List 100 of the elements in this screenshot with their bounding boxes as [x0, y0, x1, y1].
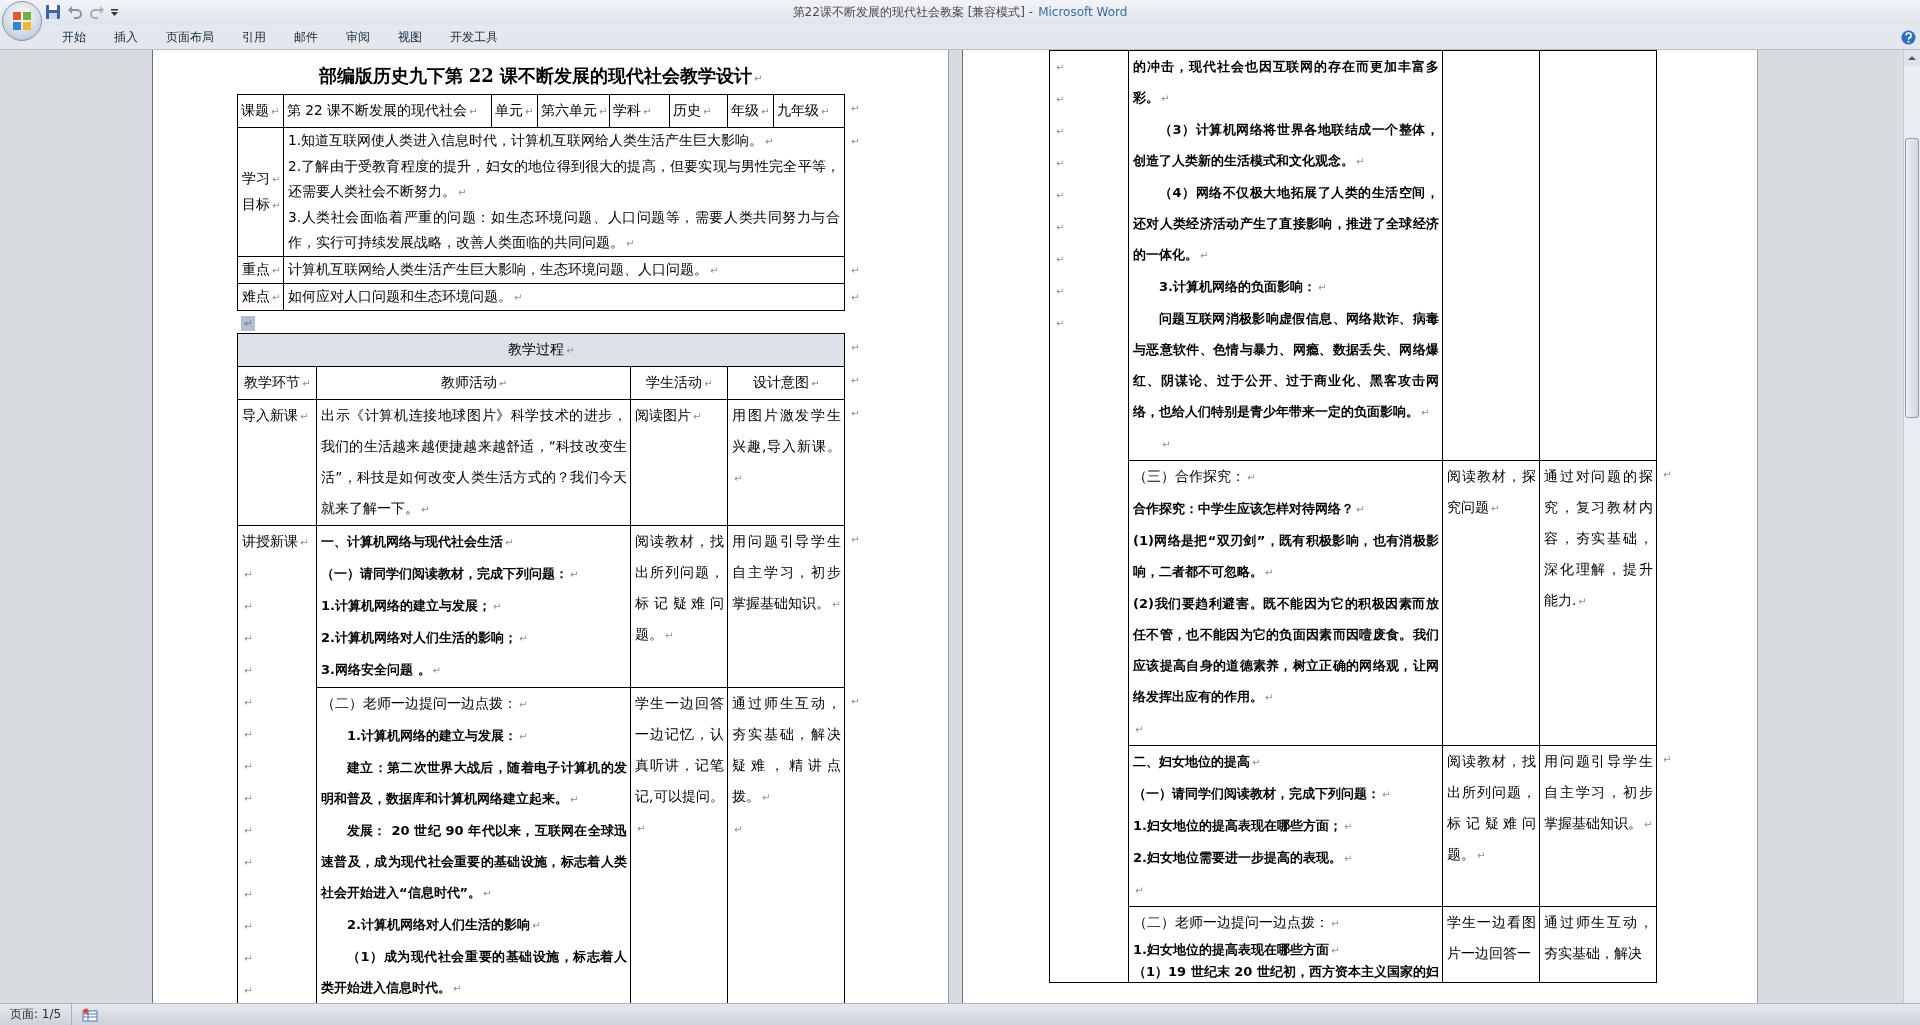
- cell-text: 通过师生互动，夯实基础，解决: [1544, 914, 1653, 961]
- table-caption: 教学过程↵: [508, 341, 575, 357]
- app-name: Microsoft Word: [1038, 5, 1128, 19]
- cell-text: （一）请同学们阅读教材，完成下列问题：↵: [1133, 786, 1391, 801]
- ribbon-tab[interactable]: 邮件: [280, 25, 332, 49]
- ribbon-tab[interactable]: 引用: [228, 25, 280, 49]
- cell-text: 学习↵: [242, 170, 281, 186]
- ribbon-tab[interactable]: 开始: [48, 25, 100, 49]
- cell-text: 通过对问题的探究，复习教材内容，夯实基础，深化理解，提升能力.↵: [1544, 468, 1653, 608]
- paragraph-mark: ↵: [851, 102, 860, 114]
- caret-icon[interactable]: [110, 7, 119, 17]
- ribbon-tab[interactable]: 审阅: [332, 25, 384, 49]
- office-button[interactable]: [2, 1, 42, 41]
- ribbon-tab[interactable]: 视图: [384, 25, 436, 49]
- paragraph-mark: ↵: [244, 633, 253, 644]
- paragraph-mark: ↵: [851, 291, 860, 303]
- paragraph-mark: ↵: [1135, 724, 1144, 735]
- cell-text: 一、计算机网络与现代社会生活↵: [321, 534, 514, 549]
- cell-text: 1.知道互联网使人类进入信息时代，计算机互联网给人类生活产生巨大影响。↵: [288, 132, 774, 148]
- paragraph-mark: ↵: [244, 569, 253, 580]
- paragraph-mark: ↵: [851, 135, 860, 147]
- paragraph-mark: ↵: [244, 697, 253, 708]
- page-indicator: 页面: 1/5: [0, 1004, 73, 1025]
- scroll-up-button[interactable]: [1904, 50, 1920, 66]
- paragraph-mark: ↵: [734, 824, 743, 835]
- save-icon[interactable]: [44, 3, 62, 21]
- paragraph-mark: ↵: [244, 889, 253, 900]
- cell-text: 1.计算机网络的建立与发展：↵: [347, 728, 528, 743]
- cell-text: 用问题引导学生自主学习，初步掌握基础知识。↵: [732, 533, 841, 611]
- ribbon-tab[interactable]: 开发工具: [436, 25, 512, 49]
- window-title: 第22课不断发展的现代社会教案 [兼容模式] -: [792, 5, 1034, 19]
- cell-text: 讲授新课↵: [242, 533, 309, 549]
- column-header: 教学环节↵: [244, 374, 311, 390]
- cell-text: 导入新课↵: [242, 407, 309, 423]
- cell-text: 2.计算机网络对人们生活的影响↵: [347, 917, 541, 932]
- cell-text: (1)网络是把“双刃剑”，既有积极影响，也有消极影响，二者都不可忽略。↵: [1133, 533, 1439, 579]
- cell-text: 建立：第二次世界大战后，随着电子计算机的发明和普及，数据库和计算机网络建立起来。↵: [321, 760, 627, 806]
- paragraph-mark: ↵: [1056, 318, 1065, 329]
- paragraph-mark: ↵: [244, 793, 253, 804]
- cell-text: 第 22 课不断发展的现代社会↵: [287, 102, 478, 118]
- cell-text: 九年级↵: [777, 102, 830, 118]
- arrow-up-icon: [1908, 56, 1916, 60]
- paragraph-mark: ↵: [851, 695, 860, 707]
- cell-text: 用问题引导学生自主学习，初步掌握基础知识。↵: [1544, 753, 1653, 831]
- paragraph-mark: ↵: [1056, 126, 1065, 137]
- cell-text: （二）老师一边提问一边点拨：↵: [1133, 914, 1340, 930]
- cell-text: 1.妇女地位的提高表现在哪些方面↵: [1133, 942, 1340, 957]
- office-logo: [10, 9, 34, 33]
- paragraph-mark: ↵: [1135, 885, 1144, 896]
- cell-text: （1）成为现代社会重要的基础设施，标志着人类开始进入信息时代。↵: [321, 949, 627, 995]
- paragraph-mark: ↵: [1162, 439, 1171, 450]
- column-header: 教师活动↵: [440, 374, 508, 390]
- paragraph-mark: ↵: [1056, 190, 1065, 201]
- paragraph-mark: ↵: [244, 761, 253, 772]
- cell-text: 计算机互联网给人类生活产生巨大影响，生态环境问题、人口问题。↵: [288, 261, 719, 277]
- cell-text: 3.人类社会面临着严重的问题：如生态环境问题、人口问题等，需要人类共同努力与合作，实行可持续发展战略，改善人类面临的共同问题。↵: [288, 209, 840, 250]
- table-icon[interactable]: [82, 1007, 99, 1022]
- cell-text: 年级↵: [731, 102, 770, 118]
- paragraph-mark: ↵: [244, 665, 253, 676]
- paragraph-mark: ↵: [244, 601, 253, 612]
- cell-text: 用图片激发学生兴趣,导入新课。 ↵: [732, 407, 841, 485]
- cell-text: 课题↵: [241, 102, 280, 118]
- paragraph-mark: ↵: [851, 533, 860, 545]
- cell-text: 重点↵: [242, 261, 281, 277]
- paragraph-mark: ↵: [244, 729, 253, 740]
- column-header: 设计意图↵: [753, 374, 820, 390]
- cell-text: 1.妇女地位的提高表现在哪些方面；↵: [1133, 818, 1353, 833]
- ribbon-tab[interactable]: 插入: [100, 25, 152, 49]
- paragraph-mark: ↵: [851, 407, 860, 419]
- paragraph-mark: ↵: [1056, 62, 1065, 73]
- column-header: 学生活动↵: [646, 374, 713, 390]
- paragraph-mark: ↵: [244, 985, 253, 996]
- scrollbar[interactable]: [1903, 50, 1920, 1003]
- cell-text: 难点↵: [242, 288, 281, 304]
- cell-text: 学生一边回答一边记忆，认真听讲，记笔记,可以提问。 ↵: [635, 695, 724, 835]
- cell-text: 单元↵: [495, 102, 534, 118]
- cell-text: 的冲击，现代社会也因互联网的存在而更加丰富多彩。↵: [1133, 59, 1439, 105]
- cell-text: 2.了解由于受教育程度的提升，妇女的地位得到很大的提高，但要实现与男性完全平等，还需要人类社会不断努力。↵: [288, 158, 840, 199]
- ribbon-tab[interactable]: 页面布局: [152, 25, 228, 49]
- cell-text: 阅读图片↵: [635, 407, 702, 423]
- cell-text: 合作探究：中学生应该怎样对待网络？↵: [1133, 501, 1365, 516]
- cell-text: 第六单元↵: [541, 102, 608, 118]
- cell-text: （三）合作探究：↵: [1133, 468, 1256, 484]
- cell-text: 出示《计算机连接地球图片》科学技术的进步，我们的生活越来越便捷越来越舒适，“科技改变生活”，科技是如何改变人类生活方式的？我们今天就来了解一下。↵: [321, 407, 627, 516]
- paragraph-mark: ↵: [244, 953, 253, 964]
- cell-text: 阅读教材，找出所列问题，标记疑难问题。↵: [635, 533, 724, 642]
- cell-text: 问题互联网消极影响虚假信息、网络欺诈、病毒与恶意软件、色情与暴力、网瘾、数据丢失、网络爆红、阴谋论、过于公开、过于商业化、黑客攻击网络，也给人们特别是青少年带来一定的负面影响。↵: [1133, 311, 1439, 419]
- cell-text: 目标↵: [242, 196, 281, 212]
- cell-text: （二）老师一边提问一边点拨：↵: [321, 695, 528, 711]
- cell-text: （一）请同学们阅读教材，完成下列问题：↵: [321, 566, 579, 581]
- cell-text: (2)我们要趋利避害。既不能因为它的积极因素而放任不管，也不能因为它的负面因素而因噎废食。我们应该提高自身的道德素养，树立正确的网络观，让网络发挥出应有的作用。↵: [1133, 596, 1439, 704]
- scroll-thumb[interactable]: [1905, 138, 1919, 418]
- cell-text: 学科↵: [613, 102, 652, 118]
- paragraph-mark: ↵: [851, 341, 860, 353]
- help-icon[interactable]: [1901, 30, 1916, 45]
- paragraph-mark: ↵: [1056, 222, 1065, 233]
- cell-text: 3.计算机网络的负面影响：↵: [1159, 279, 1327, 294]
- cell-text: 发展： 20 世纪 90 年代以来，互联网在全球迅速普及，成为现代社会重要的基础设施，标志着人类社会开始进入“信息时代”。↵: [321, 823, 627, 900]
- paragraph-mark: ↵: [1663, 468, 1672, 480]
- paragraph-mark: ↵: [1056, 254, 1065, 265]
